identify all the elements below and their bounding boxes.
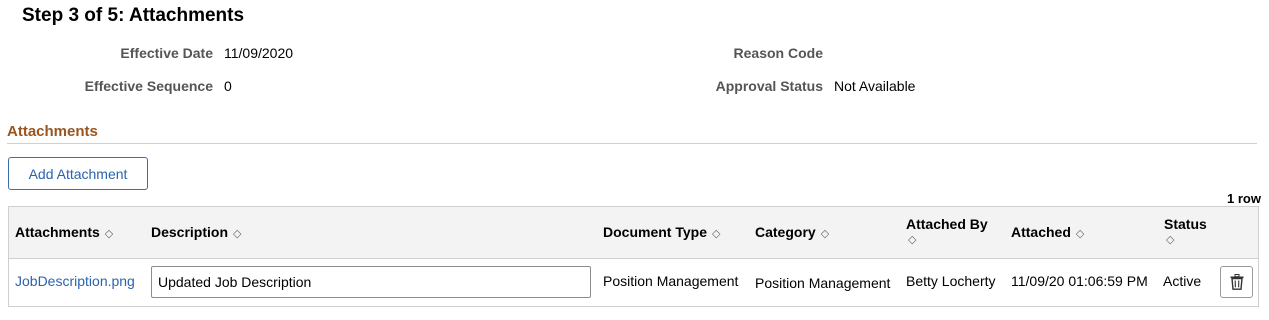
attached-by-cell: Betty Locherty (906, 273, 996, 289)
status-cell: Active (1163, 273, 1202, 289)
row-count: 1 row (1227, 191, 1261, 206)
approval-status-value: Not Available (834, 78, 916, 94)
column-header-label: Description (151, 224, 229, 240)
reason-code-label: Reason Code (733, 45, 823, 61)
column-header-attached[interactable]: Attached ◇ (1011, 224, 1084, 240)
sort-updown-icon[interactable]: ◇ (105, 227, 113, 240)
column-header-label: Attached (1011, 224, 1071, 240)
column-header-label: Category (755, 224, 816, 240)
column-header-label: Attached By (906, 216, 988, 232)
effective-sequence-value: 0 (224, 78, 232, 94)
column-header-category[interactable]: Category ◇ (755, 224, 829, 240)
column-header-document-type[interactable]: Document Type ◇ (603, 224, 720, 240)
column-header-description[interactable]: Description ◇ (151, 224, 241, 240)
attached-datetime-cell: 11/09/20 01:06:59 PM (1011, 273, 1148, 289)
attachment-file-link[interactable]: JobDescription.png (15, 273, 135, 289)
effective-date-value: 11/09/2020 (224, 45, 294, 61)
column-header-label: Document Type (603, 224, 707, 240)
delete-row-button[interactable] (1220, 266, 1253, 298)
sort-updown-icon[interactable]: ◇ (1166, 233, 1207, 246)
column-header-attachments[interactable]: Attachments ◇ (15, 224, 113, 240)
sort-updown-icon[interactable]: ◇ (233, 227, 241, 240)
column-header-attached-by[interactable]: Attached By ◇ (906, 216, 988, 246)
effective-sequence-label: Effective Sequence (84, 78, 213, 94)
trash-icon (1230, 274, 1243, 290)
description-input[interactable] (151, 266, 591, 298)
add-attachment-button[interactable]: Add Attachment (8, 157, 148, 190)
sort-updown-icon[interactable]: ◇ (821, 227, 829, 240)
sort-updown-icon[interactable]: ◇ (1076, 227, 1084, 240)
page-title: Step 3 of 5: Attachments (22, 5, 245, 26)
effective-date-label: Effective Date (120, 45, 213, 61)
category-cell: Position Management (755, 275, 891, 291)
column-header-label: Attachments (15, 224, 100, 240)
approval-status-label: Approval Status (715, 78, 823, 94)
sort-updown-icon[interactable]: ◇ (712, 227, 720, 240)
section-divider (7, 143, 1257, 144)
column-header-status[interactable]: Status ◇ (1164, 216, 1207, 246)
attachments-section-heading: Attachments (7, 123, 98, 140)
sort-updown-icon[interactable]: ◇ (908, 233, 988, 246)
column-header-label: Status (1164, 216, 1207, 232)
document-type-cell: Position Management (603, 273, 739, 289)
